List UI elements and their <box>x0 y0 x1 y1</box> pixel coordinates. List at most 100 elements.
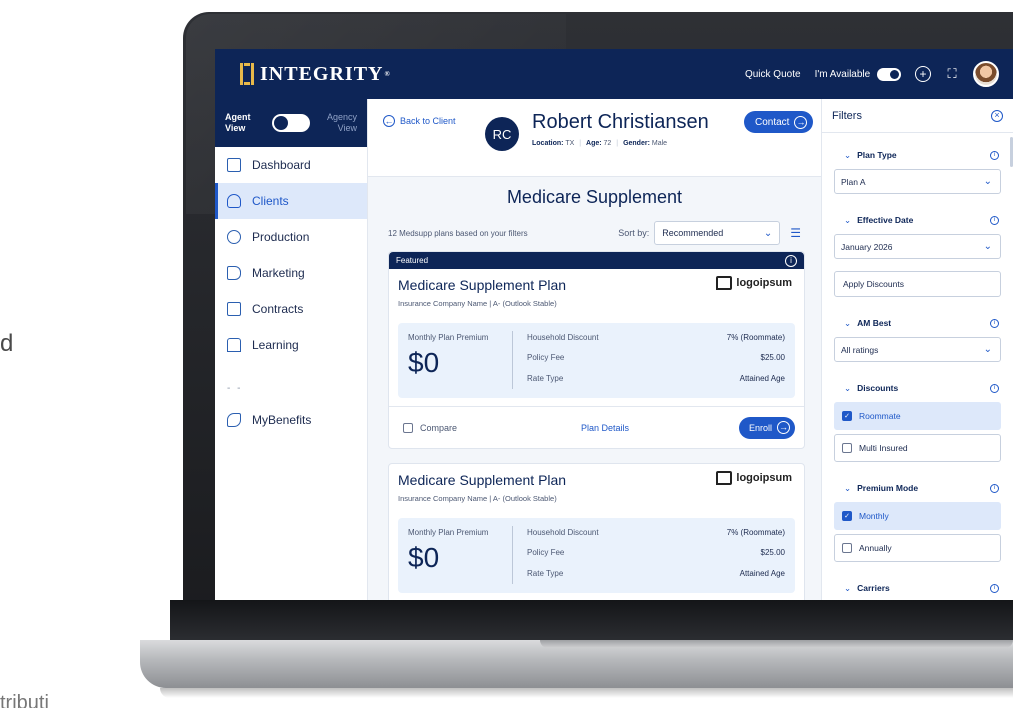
info-icon[interactable]: i <box>990 150 999 160</box>
contracts-icon <box>227 302 241 316</box>
filter-group-am-best[interactable]: ⌄ AM Best i <box>822 309 1013 337</box>
clients-icon <box>227 194 241 208</box>
dashboard-icon <box>227 158 241 172</box>
filter-group-discounts[interactable]: ⌄ Discounts i <box>822 374 1013 402</box>
filters-title: Filters <box>832 109 862 122</box>
close-icon[interactable]: × <box>991 109 1003 122</box>
filter-group-label: Discounts <box>857 382 899 393</box>
chevron-down-icon: ⌄ <box>844 214 852 225</box>
rate-divider <box>512 526 513 584</box>
sidebar-item-mybenefits[interactable]: MyBenefits <box>215 402 367 438</box>
checkbox-checked-icon[interactable]: ✓ <box>842 511 852 521</box>
plan-card-header: Medicare Supplement Plan Insurance Compa… <box>389 269 804 317</box>
info-icon[interactable]: i <box>990 215 999 225</box>
availability-control[interactable]: I'm Available <box>815 67 901 81</box>
filter-group-plan-type[interactable]: ⌄ Plan Type i <box>822 141 1013 169</box>
arrow-left-icon: ← <box>383 115 395 127</box>
compare-checkbox[interactable]: Compare <box>403 422 457 433</box>
agency-view-label[interactable]: Agency View <box>321 112 357 134</box>
am-best-select[interactable]: All ratings ⌄ <box>834 337 1001 362</box>
client-avatar: RC <box>485 117 519 151</box>
checkbox-icon[interactable] <box>403 422 413 433</box>
page-title: Medicare Supplement <box>506 187 683 207</box>
agent-view-label[interactable]: Agent View <box>225 112 261 134</box>
discount-option-roommate[interactable]: ✓ Roommate <box>834 402 1001 430</box>
option-label: Multi Insured <box>859 443 908 453</box>
plan-card-footer: Compare Plan Details Enroll → <box>389 406 804 448</box>
chevron-down-icon: ⌄ <box>983 344 992 355</box>
premium-value: $0 <box>408 347 440 378</box>
sidebar-item-learning[interactable]: Learning <box>215 327 367 363</box>
sidebar-item-production[interactable]: Production <box>215 219 367 255</box>
plan-subtitle: Insurance Company Name | A- (Outlook Sta… <box>398 299 557 308</box>
info-icon[interactable]: i <box>990 383 999 393</box>
sidebar-item-label: Marketing <box>252 266 305 280</box>
back-to-client-link[interactable]: ← Back to Client <box>383 115 456 127</box>
rate-divider <box>512 331 513 389</box>
gender-value: Male <box>651 140 668 147</box>
rate-row: Rate Type Attained Age <box>527 569 785 578</box>
availability-toggle[interactable] <box>877 67 901 81</box>
plus-circle-icon[interactable]: + <box>915 66 931 82</box>
checkbox-checked-icon[interactable]: ✓ <box>842 411 852 421</box>
featured-label: Featured <box>396 256 429 265</box>
quick-quote-link[interactable]: Quick Quote <box>745 69 801 80</box>
plan-card: Featured i Medicare Supplement Plan Insu… <box>388 251 805 449</box>
contact-button[interactable]: Contact → <box>744 111 814 133</box>
sidebar-item-marketing[interactable]: Marketing <box>215 255 367 291</box>
info-icon[interactable]: i <box>990 583 999 593</box>
enroll-button[interactable]: Enroll → <box>738 416 795 439</box>
age-value: 72 <box>603 140 612 147</box>
filter-group-carriers[interactable]: ⌄ Carriers i <box>822 574 1013 600</box>
sidebar-item-clients[interactable]: Clients <box>215 183 367 219</box>
info-icon[interactable]: i <box>785 254 797 267</box>
carrier-logo-text: logoipsum <box>736 277 792 289</box>
premium-mode-option-monthly[interactable]: ✓ Monthly <box>834 502 1001 530</box>
chevron-down-icon: ⌄ <box>983 241 992 252</box>
view-toggle[interactable] <box>272 114 310 132</box>
carrier-logo: logoipsum <box>716 276 792 290</box>
apply-discounts-button[interactable]: Apply Discounts <box>834 271 1001 297</box>
premium-mode-option-annually[interactable]: Annually <box>834 534 1001 562</box>
effective-date-value: January 2026 <box>841 241 893 252</box>
filters-panel: Filters × ⌄ Plan Type i Plan A ⌄ ⌄ Effecti… <box>821 99 1013 600</box>
chevron-down-icon: ⌄ <box>763 227 773 239</box>
scan-face-icon[interactable]: ⛶ <box>945 67 959 81</box>
chevron-down-icon: ⌄ <box>844 382 852 393</box>
chevron-down-icon: ⌄ <box>983 176 992 187</box>
checkbox-icon[interactable] <box>842 543 852 553</box>
sidebar: Agent View Agency View Dashboard Clients… <box>215 99 368 600</box>
filter-group-effective-date[interactable]: ⌄ Effective Date i <box>822 206 1013 234</box>
sidebar-item-label: Learning <box>252 338 299 352</box>
laptop-base-lip <box>540 640 1013 648</box>
rate-row-label: Policy Fee <box>527 548 565 557</box>
discount-option-multi-insured[interactable]: Multi Insured <box>834 434 1001 462</box>
info-icon[interactable]: i <box>990 318 999 328</box>
filter-group-premium-mode[interactable]: ⌄ Premium Mode i <box>822 474 1013 502</box>
checkbox-icon[interactable] <box>842 443 852 453</box>
brand-name: INTEGRITY <box>260 62 384 85</box>
plan-details-link[interactable]: Plan Details <box>581 423 629 433</box>
effective-date-select[interactable]: January 2026 ⌄ <box>834 234 1001 259</box>
background-text-fragment-bottom: tributi <box>0 692 49 708</box>
sidebar-item-label: Contracts <box>252 302 304 316</box>
rate-row: Household Discount 7% (Roommate) <box>527 528 785 537</box>
sidebar-item-contracts[interactable]: Contracts <box>215 291 367 327</box>
sidebar-item-label: Clients <box>252 194 289 208</box>
sidebar-item-label: Dashboard <box>252 158 311 172</box>
user-avatar[interactable] <box>973 61 999 87</box>
sidebar-item-dashboard[interactable]: Dashboard <box>215 147 367 183</box>
filters-header: Filters × <box>822 99 1013 133</box>
sort-value: Recommended <box>662 228 724 238</box>
info-icon[interactable]: i <box>990 483 999 493</box>
tag-icon <box>227 413 241 427</box>
integrity-logo[interactable]: INTEGRITY ® <box>240 63 391 86</box>
sort-select[interactable]: Recommended ⌄ <box>654 221 781 245</box>
contact-label: Contact <box>755 116 790 128</box>
arrow-right-icon: → <box>777 421 790 434</box>
chevron-down-icon: ⌄ <box>844 149 852 160</box>
filter-sliders-icon[interactable]: ☰ <box>790 226 801 240</box>
rate-summary: Monthly Plan Premium $0 Household Discou… <box>398 518 795 593</box>
plan-type-select[interactable]: Plan A ⌄ <box>834 169 1001 194</box>
rate-row-label: Rate Type <box>527 374 564 383</box>
